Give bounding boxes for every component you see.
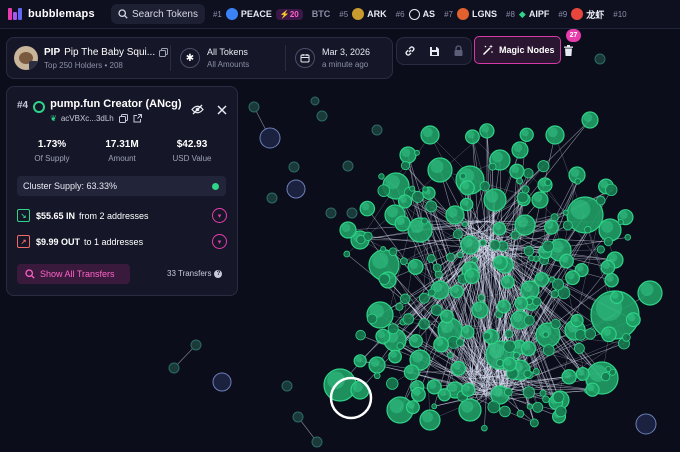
cluster-color-icon: [33, 101, 46, 113]
magic-wand-icon: [482, 44, 493, 56]
ticker-item-aipf[interactable]: #8 ◆ AIPF: [506, 9, 549, 20]
inflow-row[interactable]: ↘ $55.65 IN from 2 addresses ▾: [17, 208, 227, 223]
cluster-dot-icon: [212, 183, 219, 190]
outflow-icon: ↗: [17, 235, 30, 248]
magic-nodes-count-badge: 27: [566, 29, 581, 42]
app-name: bubblemaps: [28, 8, 95, 20]
ticker-item-10[interactable]: #10: [613, 10, 630, 19]
ticker-item-lgns[interactable]: #7 LGNS: [444, 8, 497, 20]
holders-label: Top 250 Holders • 208: [44, 60, 123, 70]
calendar-icon: [295, 48, 315, 68]
ticker-item-ark[interactable]: #5 ARK: [339, 8, 387, 20]
wallet-detail-panel: #4 pump.fun Creator (ANcg) ❦ acVBXc...3d…: [6, 86, 238, 296]
search-label: Search Tokens: [132, 8, 198, 20]
magic-nodes-label: Magic Nodes: [499, 45, 555, 55]
lobster-token-icon: [571, 8, 584, 20]
cluster-supply-bar[interactable]: Cluster Supply: 63.33%: [17, 176, 226, 196]
save-icon[interactable]: [429, 46, 440, 57]
wallet-stats: 1.73% Of Supply 17.31M Amount $42.93 USD…: [17, 139, 227, 163]
wallet-address: acVBXc...3dLh: [60, 114, 114, 123]
divider: [285, 45, 286, 71]
ark-token-icon: [352, 8, 365, 20]
map-tools: [396, 37, 472, 65]
pump-fun-icon: ❦: [50, 114, 57, 123]
lgns-token-icon: [456, 8, 469, 20]
top-bar: bubblemaps Search Tokens #1 PEACE ⚡20 BT…: [0, 0, 680, 29]
ticker-item-lobster[interactable]: #9 龙虾: [558, 8, 604, 21]
link-icon[interactable]: [404, 45, 416, 57]
trash-icon[interactable]: [560, 40, 576, 60]
magic-nodes-button[interactable]: Magic Nodes: [474, 36, 561, 64]
peace-token-icon: [225, 8, 238, 20]
app-logo[interactable]: bubblemaps: [0, 8, 108, 20]
stat-amount: 17.31M Amount: [105, 139, 139, 163]
search-tokens-button[interactable]: Search Tokens: [111, 4, 205, 24]
trending-badge: ⚡20: [275, 8, 303, 20]
wallet-name: pump.fun Creator (ANcg): [50, 98, 182, 110]
divider: [170, 45, 171, 71]
aipf-token-icon: ◆: [518, 8, 526, 19]
as-token-icon: [408, 8, 420, 20]
token-filter[interactable]: All Tokens All Amounts: [207, 47, 285, 69]
chevron-down-icon[interactable]: ▾: [212, 208, 227, 223]
lock-icon[interactable]: [453, 45, 464, 57]
logo-icon: [8, 8, 24, 20]
help-icon[interactable]: ?: [214, 269, 223, 278]
token-avatar: [14, 46, 38, 70]
stat-supply: 1.73% Of Supply: [34, 139, 70, 163]
token-info-card: PIP Pip The Baby Squi... Top 250 Holders…: [6, 37, 393, 79]
close-icon[interactable]: [217, 104, 227, 115]
cluster-supply-label: Cluster Supply: 63.33%: [23, 181, 118, 191]
ticker-item-btc[interactable]: BTC: [312, 9, 331, 19]
inflow-icon: ↘: [17, 209, 30, 222]
external-link-icon[interactable]: [133, 114, 142, 123]
search-icon: [118, 9, 128, 19]
hide-eye-icon[interactable]: [191, 104, 204, 115]
token-symbol: PIP: [44, 46, 61, 58]
copy-address-icon[interactable]: [118, 114, 128, 123]
outflow-row[interactable]: ↗ $9.99 OUT to 1 addresses ▾: [17, 234, 227, 249]
token-name: Pip The Baby Squi...: [64, 46, 156, 58]
show-all-transfers-button[interactable]: Show All Transfers: [17, 264, 130, 284]
copy-icon[interactable]: [159, 47, 169, 57]
chevron-down-icon[interactable]: ▾: [212, 234, 227, 249]
snapshot-date[interactable]: Mar 3, 2026 a minute ago: [322, 47, 370, 69]
transfers-count: 33 Transfers ?: [167, 269, 223, 278]
ticker-item-peace[interactable]: #1 PEACE ⚡20: [213, 8, 303, 20]
trending-ticker: #1 PEACE ⚡20 BTC #5 ARK #6 AS #7 LGNS #8…: [213, 8, 640, 21]
stat-usd-value: $42.93 USD Value: [172, 139, 212, 163]
asterisk-icon: ✱: [180, 48, 200, 68]
magnify-icon: [25, 269, 35, 279]
wallet-rank: #4: [17, 100, 29, 111]
graph-nodes: [168, 53, 663, 448]
ticker-item-as[interactable]: #6 AS: [396, 8, 435, 20]
